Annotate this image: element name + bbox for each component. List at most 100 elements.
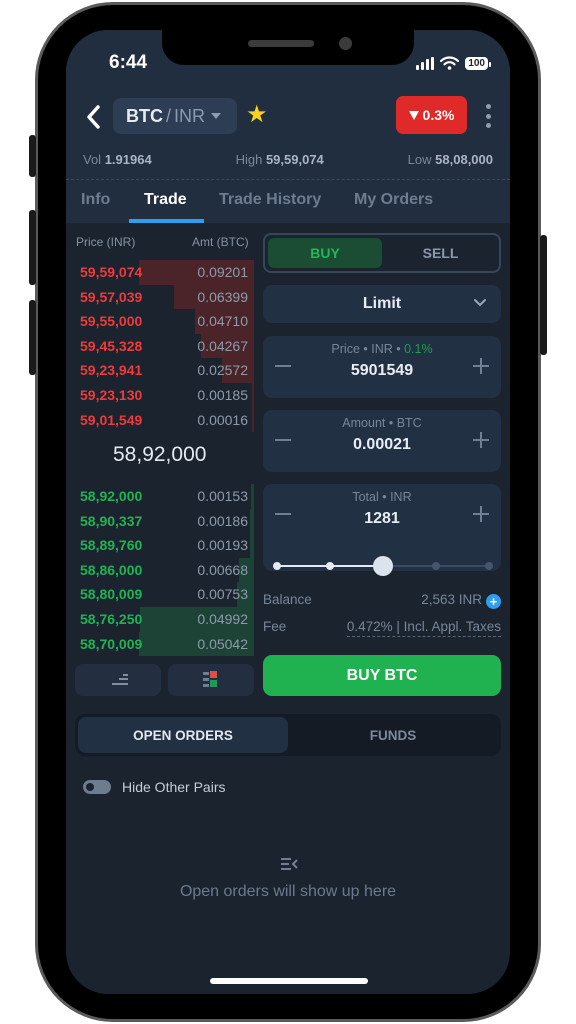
- total-field: Total • INR: [263, 484, 501, 576]
- ask-price: 59,59,074: [80, 264, 143, 280]
- tab-trade[interactable]: Trade: [144, 191, 187, 209]
- camera: [339, 37, 352, 50]
- hide-other-pairs-toggle[interactable]: [83, 780, 111, 794]
- price-increment-icon[interactable]: [469, 354, 493, 378]
- orderbook-view-toggle-button[interactable]: [75, 664, 161, 696]
- sell-side-button[interactable]: SELL: [382, 238, 499, 268]
- ask-row[interactable]: 59,59,074 0.09201: [66, 260, 254, 285]
- depth-bar: [250, 484, 254, 509]
- volume-up-button: [29, 210, 36, 285]
- tab-my-orders[interactable]: My Orders: [354, 191, 433, 209]
- last-traded-price: 58,92,000: [113, 443, 207, 466]
- fee-label: Fee: [263, 619, 287, 634]
- bid-row[interactable]: 58,90,337 0.00186: [66, 508, 254, 534]
- triangle-down-icon: [408, 110, 419, 120]
- amount-increment-icon[interactable]: [469, 428, 493, 452]
- total-input[interactable]: [303, 510, 461, 528]
- home-indicator: [210, 978, 368, 984]
- slider-step-dot[interactable]: [432, 562, 440, 570]
- empty-orders-icon: [281, 858, 298, 870]
- hide-other-pairs-label: Hide Other Pairs: [122, 779, 226, 795]
- bid-row[interactable]: 58,86,000 0.00668: [66, 557, 254, 583]
- bid-row[interactable]: 58,70,009 0.05042: [66, 631, 254, 657]
- bid-price: 58,89,760: [80, 537, 143, 554]
- more-options-icon[interactable]: [484, 104, 492, 128]
- ask-row[interactable]: 59,45,328 0.04267: [66, 333, 254, 359]
- fee-row: Fee 0.472% | Incl. Appl. Taxes: [263, 619, 501, 637]
- signal-icon: [416, 56, 435, 70]
- fee-value[interactable]: 0.472% | Incl. Appl. Taxes: [346, 619, 501, 637]
- order-type-select[interactable]: Limit: [263, 285, 501, 323]
- slider-knob[interactable]: [373, 556, 393, 576]
- slider-step-dot[interactable]: [485, 562, 493, 570]
- price-decrement-icon[interactable]: [271, 354, 295, 378]
- pair-base: BTC: [126, 105, 163, 126]
- slider-step-dot[interactable]: [273, 562, 281, 570]
- total-field-label: Total • INR: [352, 490, 412, 504]
- ask-amount: 0.04267: [197, 337, 248, 354]
- orderbook-amount-header: Amt (BTC): [192, 235, 249, 249]
- bid-price: 58,90,337: [80, 512, 143, 529]
- buy-btc-button[interactable]: BUY BTC: [263, 655, 501, 696]
- pair-separator: /: [166, 105, 172, 126]
- depth-bar: [249, 508, 254, 534]
- orderbook-layout-icon: [203, 671, 217, 687]
- favorite-star-icon[interactable]: ★: [246, 102, 268, 126]
- bid-amount: 0.00753: [197, 586, 248, 603]
- tab-funds[interactable]: FUNDS: [288, 717, 498, 753]
- amount-field-label: Amount • BTC: [342, 416, 422, 430]
- ask-price: 59,45,328: [80, 337, 143, 354]
- bid-amount: 0.00193: [197, 537, 248, 554]
- ask-price: 59,23,941: [80, 362, 143, 379]
- ask-price: 59,57,039: [80, 288, 143, 305]
- bid-amount: 0.00186: [197, 512, 248, 529]
- tab-open-orders[interactable]: OPEN ORDERS: [78, 717, 288, 753]
- bid-price: 58,86,000: [80, 561, 143, 578]
- ask-row[interactable]: 59,57,039 0.06399: [66, 284, 254, 310]
- amount-decrement-icon[interactable]: [271, 428, 295, 452]
- status-icons: 100: [416, 56, 491, 70]
- add-funds-icon[interactable]: +: [486, 594, 501, 609]
- balance-label: Balance: [263, 592, 312, 607]
- ask-price: 59,23,130: [80, 387, 143, 403]
- price-change-value: 0.3%: [422, 107, 455, 123]
- bid-price: 58,80,009: [80, 586, 143, 603]
- depth-bar: [252, 407, 254, 433]
- bid-row[interactable]: 58,92,000 0.00153: [66, 484, 254, 509]
- ask-row[interactable]: 59,01,549 0.00016: [66, 407, 254, 433]
- total-decrement-icon[interactable]: [271, 502, 295, 526]
- ask-row[interactable]: 59,55,000 0.04710: [66, 309, 254, 334]
- depth-bar: [251, 383, 254, 408]
- depth-bar: [249, 533, 254, 558]
- bid-price: 58,76,250: [80, 611, 143, 627]
- pair-selector[interactable]: BTC / INR: [113, 98, 237, 134]
- orderbook-layout-button[interactable]: [168, 664, 254, 696]
- slider-step-dot[interactable]: [326, 562, 334, 570]
- stat-low: Low 58,08,000: [407, 152, 493, 167]
- bid-row[interactable]: 58,76,250 0.04992: [66, 607, 254, 632]
- back-button[interactable]: [82, 102, 106, 132]
- tab-info[interactable]: Info: [81, 191, 110, 209]
- orders-tabs: OPEN ORDERS FUNDS: [75, 714, 501, 756]
- battery-icon: 100: [465, 56, 491, 70]
- total-increment-icon[interactable]: [469, 502, 493, 526]
- bid-row[interactable]: 58,80,009 0.00753: [66, 582, 254, 607]
- price-field-label: Price • INR • 0.1%: [331, 342, 433, 356]
- buy-sell-toggle: BUY SELL: [263, 233, 501, 273]
- buy-side-button[interactable]: BUY: [268, 238, 382, 268]
- stat-high: High 59,59,074: [235, 152, 324, 167]
- price-change-badge: 0.3%: [396, 96, 467, 134]
- depth-bars-icon: [112, 674, 128, 685]
- bid-amount: 0.04992: [197, 611, 248, 627]
- percentage-slider[interactable]: [273, 556, 493, 576]
- bid-row[interactable]: 58,89,760 0.00193: [66, 533, 254, 558]
- app-screen: 6:44 100 BTC / INR ★ 0.3% Vol 1.91964 Hi…: [66, 30, 510, 994]
- tab-trade-history[interactable]: Trade History: [219, 191, 321, 209]
- amount-field: Amount • BTC: [263, 410, 501, 472]
- ask-row[interactable]: 59,23,130 0.00185: [66, 383, 254, 408]
- ask-row[interactable]: 59,23,941 0.02572: [66, 358, 254, 383]
- price-input[interactable]: [303, 362, 461, 380]
- stat-volume: Vol 1.91964: [83, 152, 152, 167]
- amount-input[interactable]: [303, 436, 461, 454]
- ask-amount: 0.00016: [197, 411, 248, 428]
